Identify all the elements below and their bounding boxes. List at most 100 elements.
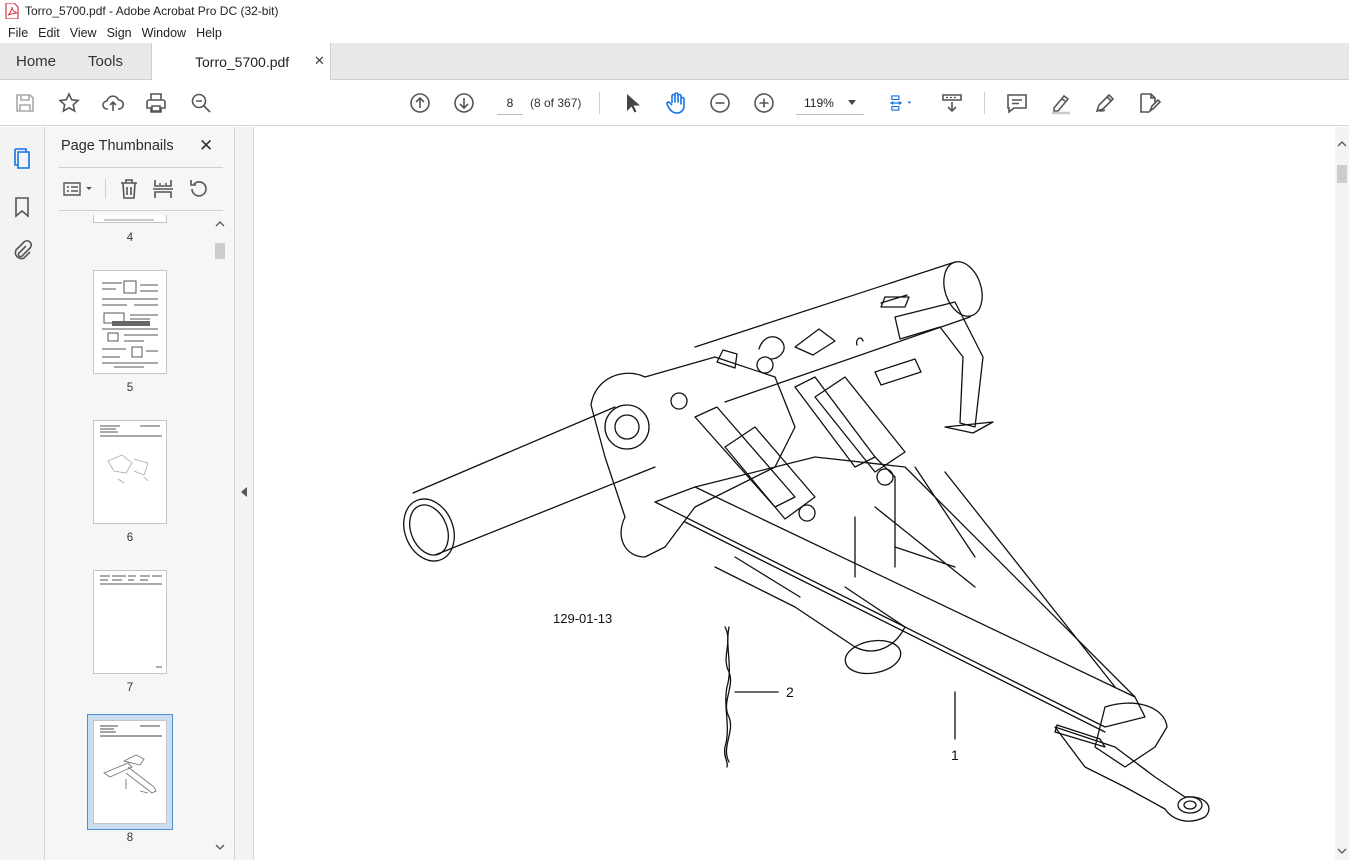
fill-sign-button[interactable]	[1136, 90, 1162, 116]
thumbnail-label: 5	[126, 382, 134, 394]
panel-divider	[59, 167, 223, 168]
main-toolbar: 8 (8 of 367) 119%	[0, 80, 1349, 126]
thumbnail-page-8[interactable]	[93, 720, 167, 824]
upload-button[interactable]	[100, 90, 126, 116]
panel-collapse-handle[interactable]	[235, 127, 254, 860]
draw-button[interactable]	[1092, 90, 1118, 116]
document-scrollbar[interactable]	[1335, 127, 1349, 860]
tab-close-button[interactable]: ✕	[314, 53, 325, 69]
parts-diagram	[403, 261, 1210, 822]
star-icon	[58, 92, 80, 113]
page-count-label: (8 of 367)	[530, 96, 582, 110]
menu-file[interactable]: File	[8, 26, 28, 40]
find-button[interactable]	[188, 90, 214, 116]
zoom-level-select[interactable]: 119%	[796, 91, 864, 115]
page-fit-button[interactable]	[884, 90, 918, 116]
arrow-up-circle-icon	[410, 93, 430, 113]
panel-title: Page Thumbnails	[61, 138, 174, 154]
thumbnail-label: 8	[126, 832, 134, 844]
rotate-icon[interactable]	[187, 177, 211, 201]
insert-pages-icon[interactable]	[151, 177, 175, 201]
scroll-mode-icon	[942, 94, 962, 113]
next-page-button[interactable]	[451, 90, 477, 116]
print-button[interactable]	[143, 90, 169, 116]
menu-edit[interactable]: Edit	[38, 26, 60, 40]
chevron-down-icon	[848, 100, 856, 105]
attachments-icon[interactable]	[10, 239, 34, 263]
figure-id-label: 129-01-13	[553, 611, 613, 626]
panel-close-button[interactable]: ✕	[199, 136, 213, 156]
previous-page-button[interactable]	[407, 90, 433, 116]
menu-bar: File Edit View Sign Window Help	[0, 22, 1349, 43]
thumbnail-label: 6	[126, 532, 134, 544]
panel-divider	[59, 210, 223, 211]
page-preview	[102, 280, 158, 368]
cloud-upload-icon	[102, 95, 125, 111]
zoom-in-button[interactable]	[751, 90, 777, 116]
page-preview	[100, 725, 162, 794]
callout-1: 1	[951, 747, 959, 763]
arrow-down-circle-icon	[454, 93, 474, 113]
page-thumbnails-icon[interactable]	[10, 147, 34, 171]
menu-help[interactable]: Help	[196, 26, 222, 40]
tab-home[interactable]: Home	[16, 53, 56, 70]
fit-page-icon	[890, 95, 912, 111]
hand-icon	[666, 92, 685, 114]
menu-window[interactable]: Window	[142, 26, 186, 40]
sign-document-icon	[1140, 93, 1161, 114]
thumbnail-page-6[interactable]	[93, 420, 167, 524]
pdf-app-icon	[5, 3, 19, 19]
page-thumbnails-panel: Page Thumbnails ✕ 4 5 6 7 8	[45, 127, 235, 860]
zoom-level-value: 119%	[804, 96, 834, 110]
select-tool-button[interactable]	[619, 90, 645, 116]
bookmarks-icon[interactable]	[10, 195, 34, 219]
thumbnail-page-4[interactable]	[93, 215, 167, 223]
save-icon	[16, 94, 34, 112]
callout-2: 2	[786, 684, 794, 700]
highlight-button[interactable]	[1048, 90, 1074, 116]
tab-document-label: Torro_5700.pdf	[195, 54, 290, 70]
menu-view[interactable]: View	[70, 26, 97, 40]
scrollbar-thumb[interactable]	[1337, 165, 1347, 183]
window-title: Torro_5700.pdf - Adobe Acrobat Pro DC (3…	[25, 4, 279, 18]
bookmark-star-button[interactable]	[56, 90, 82, 116]
thumbnail-label: 4	[126, 232, 134, 244]
page-preview	[100, 425, 162, 484]
thumbnail-page-7[interactable]	[93, 570, 167, 674]
scroll-mode-button[interactable]	[939, 90, 965, 116]
chevron-left-icon	[241, 487, 247, 497]
zoom-out-button[interactable]	[707, 90, 733, 116]
save-button[interactable]	[12, 90, 38, 116]
page-preview	[104, 219, 154, 221]
document-viewer[interactable]: 129-01-13 2 1	[255, 127, 1335, 860]
title-bar: Torro_5700.pdf - Adobe Acrobat Pro DC (3…	[0, 0, 1349, 22]
cursor-arrow-icon	[627, 94, 640, 113]
thumbnail-page-5[interactable]	[93, 270, 167, 374]
tab-tools[interactable]: Tools	[88, 53, 123, 70]
page-preview	[100, 575, 162, 668]
comment-button[interactable]	[1004, 90, 1030, 116]
tab-bar: Home Tools Torro_5700.pdf ✕	[0, 43, 1349, 80]
panel-toolbar	[59, 175, 223, 203]
printer-icon	[146, 93, 166, 113]
highlighter-icon	[1052, 94, 1070, 115]
hand-tool-button[interactable]	[663, 90, 689, 116]
tab-document[interactable]: Torro_5700.pdf ✕	[151, 43, 331, 80]
pen-icon	[1095, 93, 1115, 113]
navigation-rail	[0, 127, 45, 860]
thumbnail-options-icon[interactable]	[61, 177, 95, 201]
thumbnail-label: 7	[126, 682, 134, 694]
plus-circle-icon	[754, 93, 774, 113]
page-number-input[interactable]: 8	[497, 91, 523, 115]
menu-sign[interactable]: Sign	[107, 26, 132, 40]
toolbar-divider	[599, 92, 600, 114]
panel-tools-divider	[105, 179, 106, 199]
toolbar-divider	[984, 92, 985, 114]
scrollbar-arrows	[1337, 141, 1347, 854]
thumbnail-list: 4 5 6 7 8	[45, 215, 215, 860]
panel-scrollbar[interactable]	[213, 217, 227, 857]
zoom-search-icon	[191, 93, 211, 113]
minus-circle-icon	[710, 93, 730, 113]
trash-icon[interactable]	[117, 177, 141, 201]
comment-icon	[1007, 94, 1027, 114]
